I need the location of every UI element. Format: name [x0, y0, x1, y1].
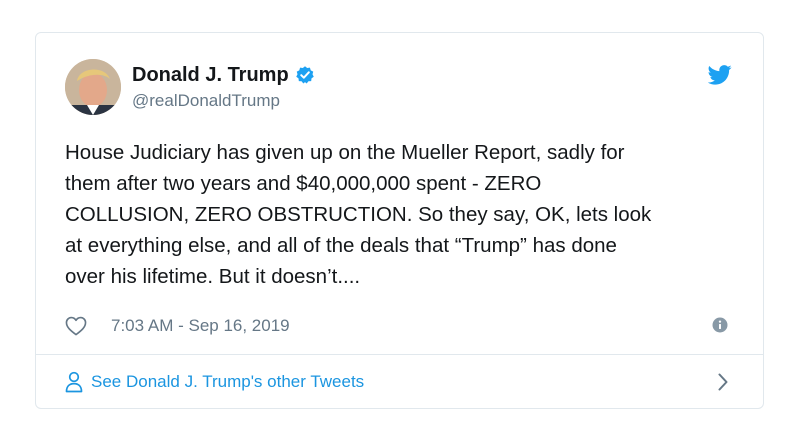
user-icon [65, 371, 83, 393]
tweet-timestamp[interactable]: 7:03 AM - Sep 16, 2019 [111, 316, 290, 336]
user-names: Donald J. Trump @realDonaldTrump [132, 63, 315, 112]
tweet-card: Donald J. Trump @realDonaldTrump House J… [35, 32, 764, 409]
tweet-header: Donald J. Trump @realDonaldTrump [65, 59, 734, 119]
verified-badge-icon [295, 66, 314, 84]
other-tweets-link[interactable]: See Donald J. Trump's other Tweets [65, 368, 734, 396]
user-handle[interactable]: @realDonaldTrump [132, 90, 315, 112]
display-name[interactable]: Donald J. Trump [132, 63, 289, 87]
twitter-bird-icon[interactable] [708, 65, 732, 85]
tweet-text: House Judiciary has given up on the Muel… [65, 141, 652, 288]
other-tweets-label[interactable]: See Donald J. Trump's other Tweets [91, 372, 364, 392]
info-icon[interactable] [712, 317, 728, 333]
footer-divider [36, 354, 763, 355]
heart-icon[interactable] [65, 316, 87, 336]
chevron-right-icon[interactable] [718, 373, 728, 391]
avatar[interactable] [65, 59, 121, 115]
tweet-meta: 7:03 AM - Sep 16, 2019 [65, 314, 734, 338]
display-name-row[interactable]: Donald J. Trump [132, 63, 315, 87]
avatar-image [65, 59, 121, 115]
